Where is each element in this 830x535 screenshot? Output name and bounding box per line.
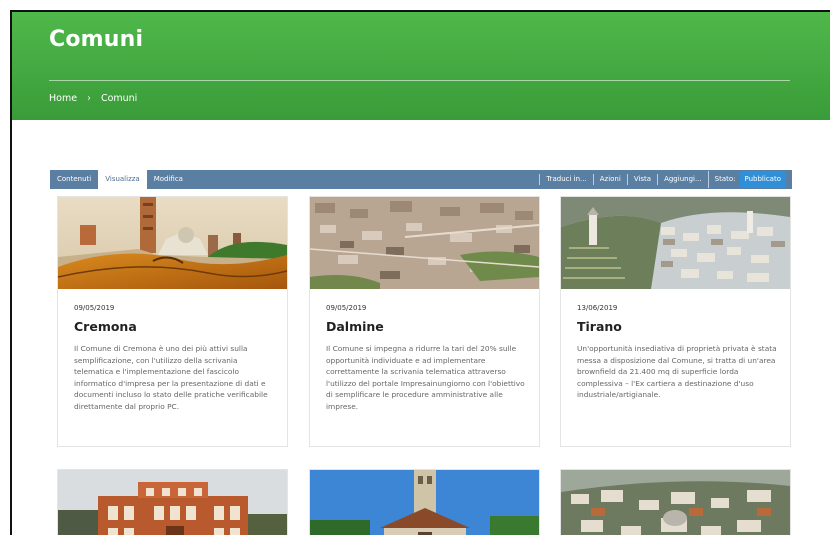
card-title[interactable]: Cremona [74, 319, 137, 334]
card-description: Il Comune si impegna a ridurre la tari d… [326, 344, 525, 411]
breadcrumb-home-link[interactable]: Home [49, 93, 77, 104]
translate-menu[interactable]: Traduci in... [539, 174, 592, 185]
toolbar-actions: Traduci in... Azioni Vista Aggiungi... S… [539, 170, 786, 189]
view-menu[interactable]: Vista [626, 174, 657, 185]
tab-modifica[interactable]: Modifica [147, 170, 190, 189]
news-card-cremona[interactable]: 09/05/2019 Cremona Il Comune di Cremona … [57, 196, 288, 447]
page-header: Comuni Home › Comuni [12, 12, 830, 120]
state-label: Stato: [714, 175, 736, 183]
news-card-building[interactable] [57, 469, 288, 535]
dalmine-image [310, 197, 539, 289]
breadcrumb-current[interactable]: Comuni [101, 93, 137, 104]
card-title[interactable]: Dalmine [326, 319, 384, 334]
page-title: Comuni [49, 27, 144, 52]
tirano-image [561, 197, 790, 289]
town-image [561, 470, 790, 535]
breadcrumb-separator: › [87, 93, 91, 104]
card-description: Un'opportunità insediativa di proprietà … [577, 344, 777, 400]
header-divider [49, 80, 790, 81]
card-date: 13/06/2019 [577, 304, 618, 312]
breadcrumb: Home › Comuni [49, 93, 137, 104]
edit-toolbar: Contenuti Visualizza Modifica Traduci in… [50, 170, 792, 189]
card-date: 09/05/2019 [74, 304, 115, 312]
building-image [58, 470, 287, 535]
tab-contenuti[interactable]: Contenuti [50, 170, 98, 189]
tab-visualizza[interactable]: Visualizza [98, 170, 147, 189]
state-badge[interactable]: Pubblicato [739, 171, 786, 188]
state-menu[interactable]: Stato: Pubblicato [707, 171, 786, 188]
card-date: 09/05/2019 [326, 304, 367, 312]
news-card-church[interactable] [309, 469, 540, 535]
news-card-dalmine[interactable]: 09/05/2019 Dalmine Il Comune si impegna … [309, 196, 540, 447]
church-image [310, 470, 539, 535]
news-card-town[interactable] [560, 469, 791, 535]
cremona-image [58, 197, 287, 289]
actions-menu[interactable]: Azioni [592, 174, 627, 185]
card-description: Il Comune di Cremona è uno dei più attiv… [74, 344, 268, 411]
add-menu[interactable]: Aggiungi... [657, 174, 708, 185]
browser-viewport: Comuni Home › Comuni Contenuti Visualizz… [10, 10, 830, 535]
news-card-tirano[interactable]: 13/06/2019 Tirano Un'opportunità insedia… [560, 196, 791, 447]
card-title[interactable]: Tirano [577, 319, 622, 334]
toolbar-tabs: Contenuti Visualizza Modifica [50, 170, 190, 189]
